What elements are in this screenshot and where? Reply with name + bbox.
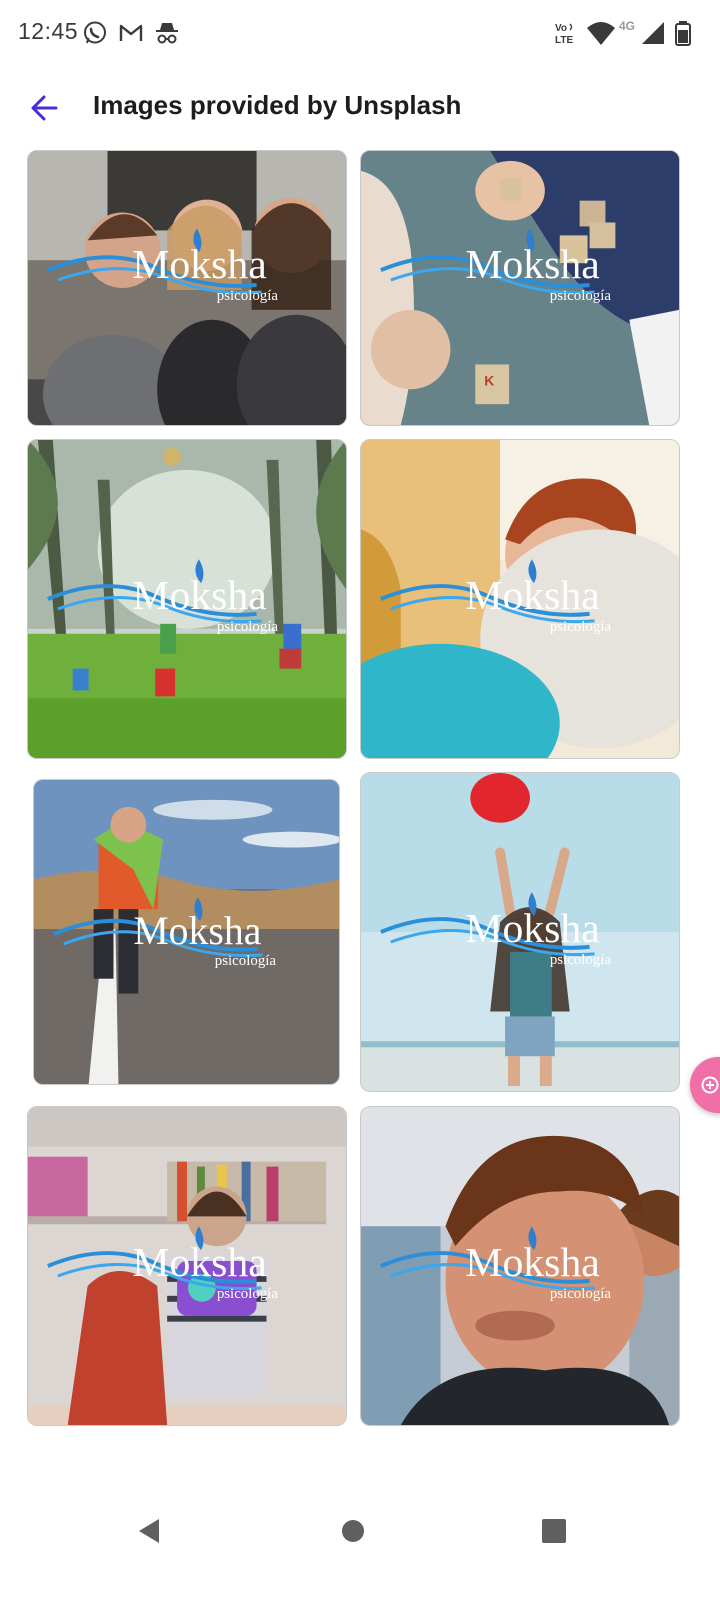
status-bar: 12:45 Vo LTE 4G [0, 0, 720, 68]
svg-text:psicología: psicología [550, 288, 612, 304]
nav-back-button[interactable] [124, 1506, 174, 1556]
gallery-image-5[interactable]: Moksha psicología [33, 779, 340, 1085]
nav-home-button[interactable] [328, 1506, 378, 1556]
network-type-label: 4G [619, 19, 636, 33]
moksha-watermark: Moksha psicología [380, 1226, 612, 1302]
gallery-image-6[interactable]: Moksha psicología [360, 772, 680, 1092]
moksha-watermark: Moksha psicología [47, 559, 279, 635]
svg-text:Moksha: Moksha [133, 909, 261, 953]
gallery-image-1[interactable]: Moksha psicología [27, 150, 347, 426]
gallery-image-4[interactable]: Moksha psicología [360, 439, 680, 759]
svg-text:Moksha: Moksha [465, 242, 599, 288]
nav-recents-icon [542, 1519, 566, 1543]
moksha-watermark: Moksha psicología [380, 228, 612, 304]
svg-text:psicología: psicología [215, 953, 277, 969]
svg-text:psicología: psicología [217, 288, 279, 304]
svg-text:Moksha: Moksha [465, 1240, 599, 1286]
svg-text:Moksha: Moksha [132, 1240, 266, 1286]
moksha-watermark: Moksha psicología [47, 1226, 279, 1302]
volte-icon: Vo LTE [555, 23, 573, 46]
svg-text:Moksha: Moksha [132, 573, 266, 619]
svg-text:Moksha: Moksha [132, 242, 266, 288]
gallery-image-7[interactable]: Moksha psicología [27, 1106, 347, 1426]
moksha-watermark: Moksha psicología [380, 559, 612, 635]
nav-back-icon [139, 1519, 159, 1543]
svg-text:Moksha: Moksha [465, 906, 599, 952]
status-time: 12:45 [18, 18, 79, 44]
gallery-image-2[interactable]: K Moksha psicología [360, 150, 680, 426]
arrow-back-icon [31, 95, 58, 121]
wifi-icon [587, 22, 615, 45]
svg-text:psicología: psicología [217, 1286, 279, 1302]
svg-text:LTE: LTE [555, 35, 573, 46]
svg-text:psicología: psicología [550, 619, 612, 635]
svg-text:Vo: Vo [555, 23, 567, 34]
gallery-image-8[interactable]: Moksha psicología [360, 1106, 680, 1426]
svg-text:psicología: psicología [550, 952, 612, 968]
floating-side-button[interactable] [690, 1057, 720, 1113]
svg-text:psicología: psicología [550, 1286, 612, 1302]
nav-home-icon [342, 1520, 364, 1542]
gmail-icon [119, 24, 143, 41]
cellular-signal-icon [642, 22, 664, 44]
svg-text:psicología: psicología [217, 619, 279, 635]
nav-recents-button[interactable] [529, 1506, 579, 1556]
moksha-watermark: Moksha psicología [53, 897, 277, 969]
app-bar: Images provided by Unsplash [0, 68, 720, 148]
back-button[interactable] [22, 86, 66, 130]
battery-icon [675, 21, 691, 46]
moksha-watermark: Moksha psicología [380, 892, 612, 968]
gallery-image-3[interactable]: Moksha psicología [27, 439, 347, 759]
moksha-watermark: Moksha psicología [47, 228, 279, 304]
page-title: Images provided by Unsplash [93, 90, 462, 120]
incognito-icon [156, 23, 178, 44]
svg-text:Moksha: Moksha [465, 573, 599, 619]
plus-circle-icon [701, 1076, 719, 1094]
whatsapp-icon [84, 21, 106, 44]
